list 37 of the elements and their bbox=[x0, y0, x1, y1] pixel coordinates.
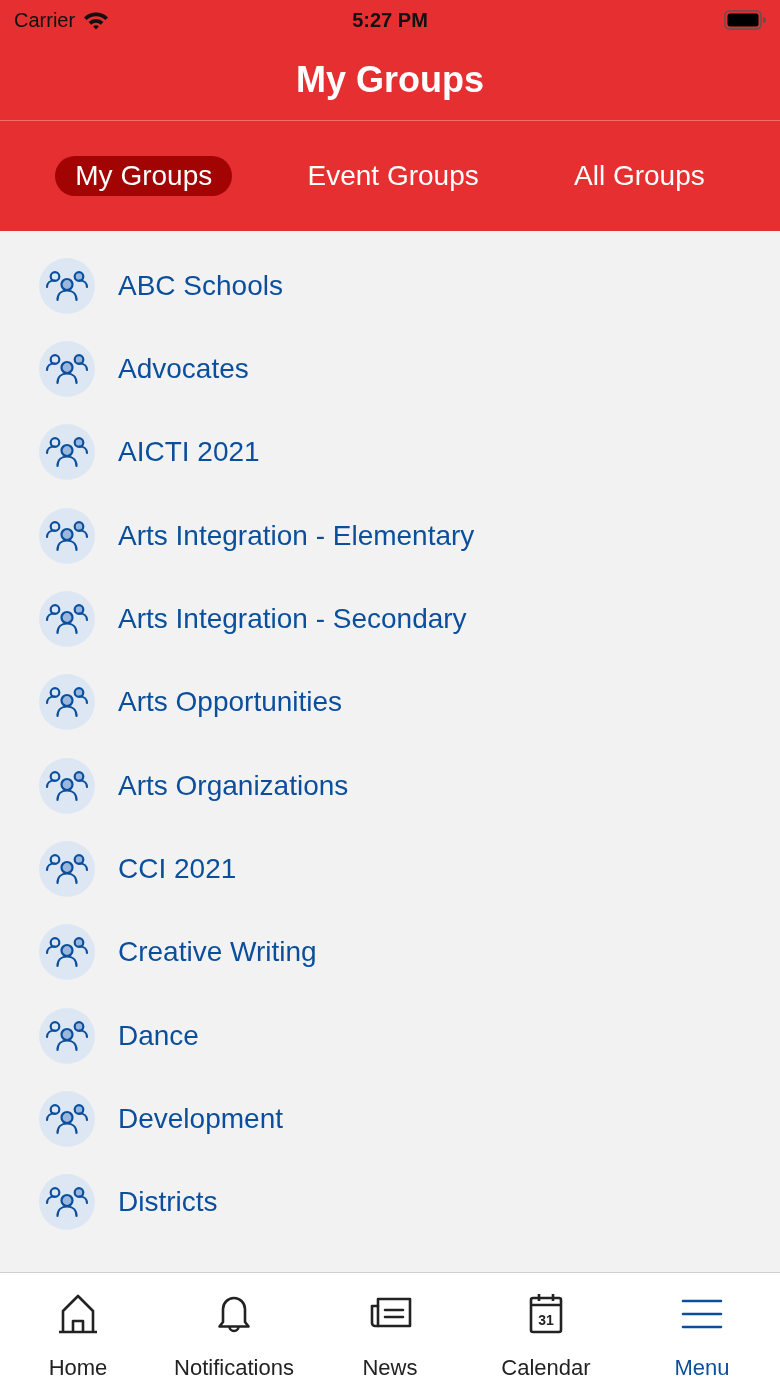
group-item[interactable]: Development bbox=[0, 1077, 780, 1161]
group-icon bbox=[39, 507, 95, 564]
battery-icon bbox=[724, 10, 766, 30]
group-icon bbox=[39, 1007, 95, 1064]
group-icon bbox=[39, 424, 95, 481]
group-item[interactable]: CCI 2021 bbox=[0, 827, 780, 911]
nav-tab[interactable]: Home bbox=[0, 1273, 156, 1387]
clock-time: 5:27 PM bbox=[352, 8, 428, 32]
nav-tab[interactable]: Notifications bbox=[156, 1273, 312, 1387]
group-icon bbox=[39, 341, 95, 397]
group-icon bbox=[39, 674, 95, 731]
group-icon bbox=[39, 257, 95, 314]
group-item[interactable]: Arts Opportunities bbox=[0, 660, 780, 744]
group-icon bbox=[39, 840, 95, 897]
group-item[interactable]: Arts Integration - Secondary bbox=[0, 577, 780, 661]
group-item[interactable]: Arts Organizations bbox=[0, 743, 780, 828]
nav-tab[interactable]: Menu bbox=[624, 1273, 780, 1387]
group-icon bbox=[39, 1174, 95, 1231]
group-item[interactable]: Districts bbox=[0, 1160, 780, 1244]
group-item[interactable]: Arts Integration - Elementary bbox=[0, 494, 780, 578]
wifi-icon bbox=[83, 10, 110, 30]
group-icon bbox=[39, 757, 95, 814]
group-icon bbox=[39, 590, 95, 647]
group-icon bbox=[39, 1090, 95, 1147]
group-item[interactable]: AICTI 2021 bbox=[0, 410, 780, 494]
group-item[interactable]: Advocates bbox=[0, 327, 780, 411]
group-item[interactable]: ABC Schools bbox=[0, 244, 780, 328]
nav-tab[interactable]: News bbox=[312, 1273, 468, 1387]
carrier-name: Carrier bbox=[14, 8, 76, 32]
group-item[interactable]: Dance bbox=[0, 993, 780, 1078]
tab[interactable]: Event Groups bbox=[287, 156, 499, 196]
group-item[interactable]: Creative Writing bbox=[0, 910, 780, 994]
group-icon bbox=[39, 924, 95, 981]
nav-tab[interactable]: 31 Calendar bbox=[468, 1273, 624, 1387]
screen-title: My Groups bbox=[296, 58, 484, 102]
tab[interactable]: My Groups bbox=[55, 156, 233, 196]
tab[interactable]: All Groups bbox=[554, 156, 725, 196]
